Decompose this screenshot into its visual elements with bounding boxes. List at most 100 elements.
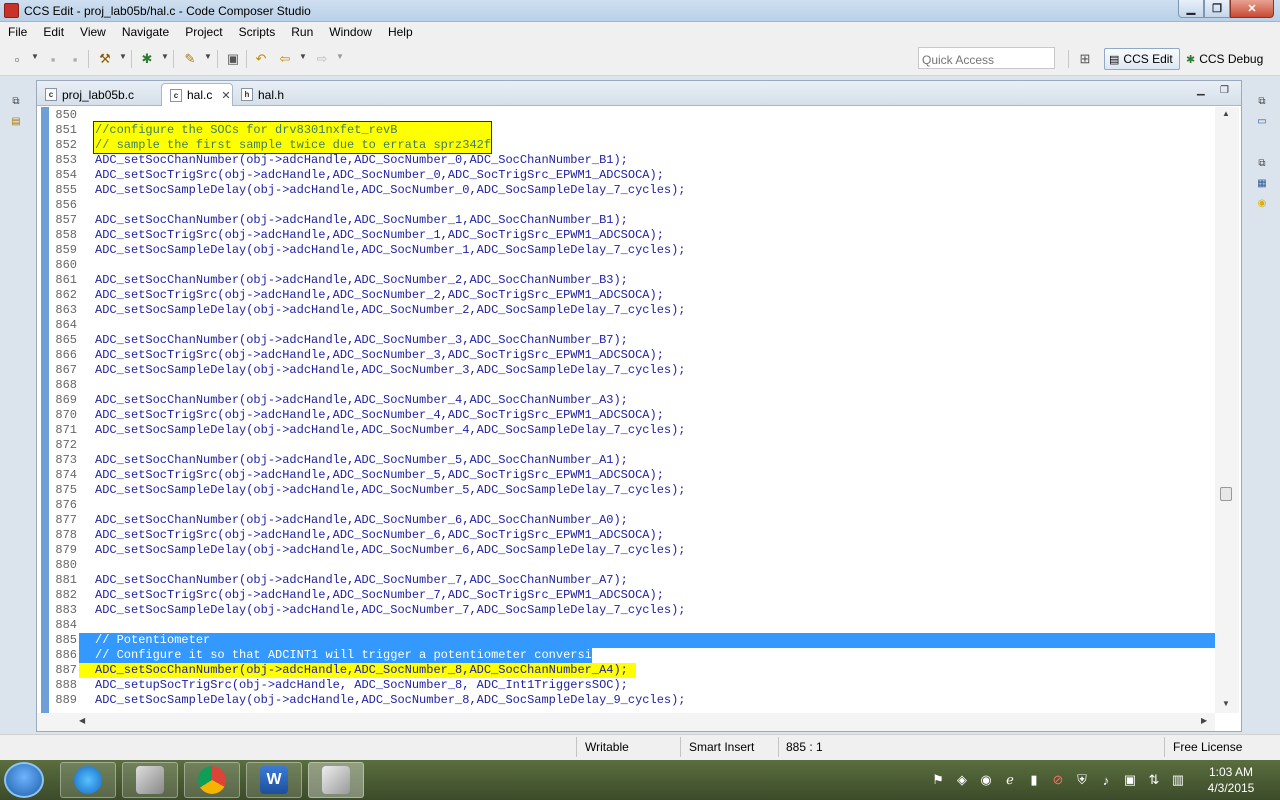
code-line[interactable]: 881 ADC_setSocChanNumber(obj->adcHandle,A…	[37, 573, 1215, 588]
close-tab-icon[interactable]: ✕	[221, 89, 230, 102]
code-line[interactable]: 862 ADC_setSocTrigSrc(obj->adcHandle,ADC_…	[37, 288, 1215, 303]
close-button[interactable]: ✕	[1230, 0, 1274, 18]
code-line[interactable]: 863 ADC_setSocSampleDelay(obj->adcHandle,…	[37, 303, 1215, 318]
code-line[interactable]: 883 ADC_setSocSampleDelay(obj->adcHandle,…	[37, 603, 1215, 618]
code-line[interactable]: 873 ADC_setSocChanNumber(obj->adcHandle,A…	[37, 453, 1215, 468]
back-arrow-icon[interactable]: ⇦	[276, 50, 294, 68]
code-line[interactable]: 880	[37, 558, 1215, 573]
console-icon[interactable]: ▭	[1254, 114, 1270, 128]
code-line[interactable]: 875 ADC_setSocSampleDelay(obj->adcHandle,…	[37, 483, 1215, 498]
scroll-left-icon[interactable]: ◀	[79, 716, 85, 725]
menu-project[interactable]: Project	[177, 22, 230, 42]
outline-icon[interactable]: ▦	[1254, 176, 1270, 190]
code-line[interactable]: 865 ADC_setSocChanNumber(obj->adcHandle,A…	[37, 333, 1215, 348]
taskbar-chrome[interactable]	[184, 762, 240, 798]
menu-edit[interactable]: Edit	[35, 22, 72, 42]
code-line[interactable]: 854 ADC_setSocTrigSrc(obj->adcHandle,ADC_…	[37, 168, 1215, 183]
flash-wand-icon[interactable]: ✎	[181, 50, 199, 68]
taskbar-virtualbox[interactable]	[122, 762, 178, 798]
advice-bulb-icon[interactable]: ◉	[1254, 196, 1270, 210]
save-icon[interactable]: ▪	[44, 50, 62, 68]
quick-access-input[interactable]	[918, 47, 1055, 69]
code-line[interactable]: 860	[37, 258, 1215, 273]
tray-flag-icon[interactable]: ⚑	[930, 772, 946, 788]
save-all-icon[interactable]: ▪	[66, 50, 84, 68]
open-perspective-icon[interactable]: ⊞	[1076, 50, 1094, 68]
code-line[interactable]: 851 //configure the SOCs for drv8301nxfet…	[37, 123, 1215, 138]
back-dropdown-icon[interactable]: ▼	[299, 52, 307, 61]
menu-window[interactable]: Window	[321, 22, 380, 42]
code-line[interactable]: 858 ADC_setSocTrigSrc(obj->adcHandle,ADC_…	[37, 228, 1215, 243]
code-line[interactable]: 876	[37, 498, 1215, 513]
tab-hal-c[interactable]: c hal.c ✕	[161, 83, 233, 106]
minimize-panel-icon[interactable]: ▁	[1197, 85, 1205, 96]
code-line[interactable]: 871 ADC_setSocSampleDelay(obj->adcHandle,…	[37, 423, 1215, 438]
menu-navigate[interactable]: Navigate	[114, 22, 177, 42]
maximize-panel-icon[interactable]: ❐	[1220, 85, 1229, 96]
scroll-down-icon[interactable]: ▼	[1222, 699, 1230, 708]
maximize-button[interactable]: ❐	[1204, 0, 1230, 18]
code-line[interactable]: 884	[37, 618, 1215, 633]
horizontal-scrollbar[interactable]: ◀ ▶	[37, 713, 1215, 731]
taskbar-word[interactable]: W	[246, 762, 302, 798]
code-line[interactable]: 889 ADC_setSocSampleDelay(obj->adcHandle,…	[37, 693, 1215, 708]
code-line[interactable]: 878 ADC_setSocTrigSrc(obj->adcHandle,ADC_…	[37, 528, 1215, 543]
flash-dropdown-icon[interactable]: ▼	[204, 52, 212, 61]
tab-proj-lab05b-c[interactable]: c proj_lab05b.c	[37, 83, 159, 106]
restore-icon[interactable]: ⧉	[1254, 156, 1270, 170]
tab-hal-h[interactable]: h hal.h	[233, 83, 293, 106]
tray-ie-icon[interactable]: ℯ	[1002, 772, 1018, 788]
toggle-view-icon[interactable]: ▣	[224, 50, 242, 68]
taskbar-ccs[interactable]	[308, 762, 364, 798]
code-line[interactable]: 887 ADC_setSocChanNumber(obj->adcHandle,A…	[37, 663, 1215, 678]
code-line[interactable]: 879 ADC_setSocSampleDelay(obj->adcHandle,…	[37, 543, 1215, 558]
tray-network-icon[interactable]: ▥	[1170, 772, 1186, 788]
taskbar-clock[interactable]: 1:03 AM 4/3/2015	[1196, 764, 1266, 796]
code-line[interactable]: 886 // Configure it so that ADCINT1 will …	[37, 648, 1215, 663]
tray-volume-icon[interactable]: ♪	[1098, 772, 1114, 788]
code-line[interactable]: 872	[37, 438, 1215, 453]
code-line[interactable]: 853 ADC_setSocChanNumber(obj->adcHandle,A…	[37, 153, 1215, 168]
menu-scripts[interactable]: Scripts	[231, 22, 284, 42]
code-line[interactable]: 852 // sample the first sample twice due …	[37, 138, 1215, 153]
tray-chrome-icon[interactable]: ◉	[978, 772, 994, 788]
code-line[interactable]: 888 ADC_setupSocTrigSrc(obj->adcHandle, A…	[37, 678, 1215, 693]
code-line[interactable]: 859 ADC_setSocSampleDelay(obj->adcHandle,…	[37, 243, 1215, 258]
code-area[interactable]: 850 851 //configure the SOCs for drv8301nx…	[37, 107, 1215, 713]
tray-cube-icon[interactable]: ◈	[954, 772, 970, 788]
build-hammer-icon[interactable]: ⚒	[96, 50, 114, 68]
tray-blocked-icon[interactable]: ⊘	[1050, 772, 1066, 788]
last-edit-icon[interactable]: ↶	[252, 50, 270, 68]
code-line[interactable]: 870 ADC_setSocTrigSrc(obj->adcHandle,ADC_…	[37, 408, 1215, 423]
vertical-scrollbar[interactable]: ▲ ▼	[1215, 107, 1239, 713]
code-line[interactable]: 855 ADC_setSocSampleDelay(obj->adcHandle,…	[37, 183, 1215, 198]
debug-bug-icon[interactable]: ✱	[138, 50, 156, 68]
menu-file[interactable]: File	[0, 22, 35, 42]
code-line[interactable]: 874 ADC_setSocTrigSrc(obj->adcHandle,ADC_…	[37, 468, 1215, 483]
tray-shield-icon[interactable]: ⛨	[1074, 772, 1090, 788]
tray-device-icon[interactable]: ▮	[1026, 772, 1042, 788]
code-line[interactable]: 867 ADC_setSocSampleDelay(obj->adcHandle,…	[37, 363, 1215, 378]
code-line[interactable]: 861 ADC_setSocChanNumber(obj->adcHandle,A…	[37, 273, 1215, 288]
code-line[interactable]: 885 // Potentiometer	[37, 633, 1215, 648]
perspective-ccs-debug[interactable]: ✱ CCS Debug	[1184, 48, 1276, 70]
minimize-button[interactable]: ▁	[1178, 0, 1204, 18]
forward-arrow-icon[interactable]: ⇨	[313, 50, 331, 68]
code-line[interactable]: 857 ADC_setSocChanNumber(obj->adcHandle,A…	[37, 213, 1215, 228]
tray-arrow-icon[interactable]: ⇅	[1146, 772, 1162, 788]
vertical-scroll-thumb[interactable]	[1220, 487, 1232, 501]
code-line[interactable]: 877 ADC_setSocChanNumber(obj->adcHandle,A…	[37, 513, 1215, 528]
taskbar-sync-app[interactable]	[60, 762, 116, 798]
restore-icon[interactable]: ⧉	[1254, 94, 1270, 108]
tray-app-icon[interactable]: ▣	[1122, 772, 1138, 788]
new-icon[interactable]: ▫	[8, 50, 26, 68]
perspective-ccs-edit[interactable]: ▤ CCS Edit	[1104, 48, 1180, 70]
build-dropdown-icon[interactable]: ▼	[119, 52, 127, 61]
debug-dropdown-icon[interactable]: ▼	[161, 52, 169, 61]
restore-icon[interactable]: ⧉	[8, 94, 24, 108]
scroll-right-icon[interactable]: ▶	[1201, 716, 1207, 725]
start-button[interactable]	[4, 762, 44, 798]
project-explorer-icon[interactable]: ▤	[8, 114, 24, 128]
code-line[interactable]: 866 ADC_setSocTrigSrc(obj->adcHandle,ADC_…	[37, 348, 1215, 363]
code-line[interactable]: 864	[37, 318, 1215, 333]
